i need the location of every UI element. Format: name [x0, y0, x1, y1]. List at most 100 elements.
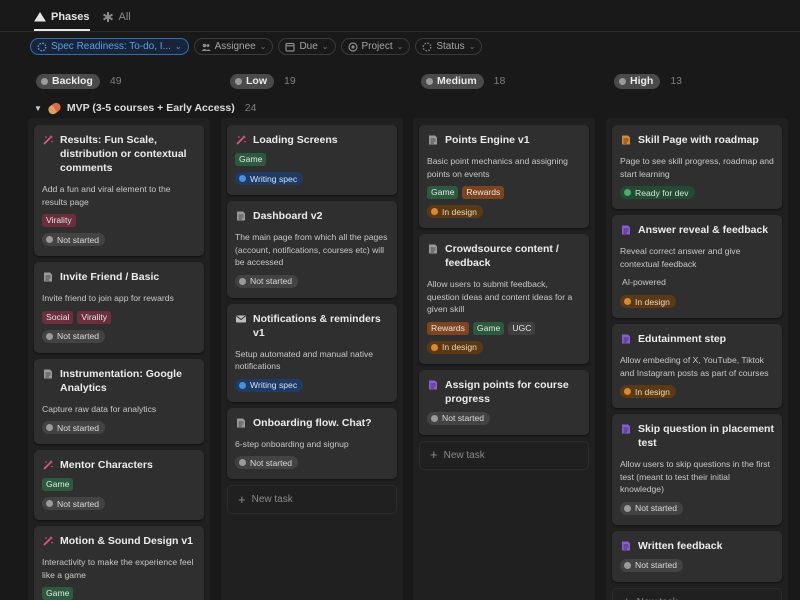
column-header-backlog[interactable]: Backlog 49 — [30, 70, 122, 92]
tag: Virality — [42, 214, 76, 227]
status-row: Not started — [42, 324, 196, 345]
purple-doc-icon — [620, 540, 632, 552]
filter-assignee[interactable]: Assignee ⌄ — [193, 38, 274, 55]
task-card[interactable]: Notifications & reminders v1 Setup automa… — [227, 303, 397, 402]
task-card[interactable]: Assign points for course progress Not sta… — [419, 369, 589, 435]
task-card[interactable]: Loading Screens Game Writing spec — [227, 125, 397, 195]
status-label: Writing spec — [250, 380, 298, 390]
card-title: Loading Screens — [235, 133, 389, 147]
card-title-text: Instrumentation: Google Analytics — [60, 367, 182, 394]
status-dot-icon — [624, 561, 631, 569]
doc-icon — [42, 368, 54, 380]
filter-due[interactable]: Due ⌄ — [278, 38, 336, 55]
tab-all[interactable]: All — [102, 11, 131, 31]
status-badge: Not started — [42, 233, 106, 246]
status-row: Writing spec — [235, 373, 389, 394]
task-card[interactable]: Written feedback Not started — [612, 530, 782, 582]
task-card[interactable]: Results: Fun Scale, distribution or cont… — [34, 125, 204, 256]
card-title: Instrumentation: Google Analytics — [42, 367, 196, 395]
task-card[interactable]: Answer reveal & feedback Reveal correct a… — [612, 215, 782, 318]
card-title: Written feedback — [620, 539, 774, 553]
new-task-button[interactable]: +New task — [227, 485, 397, 514]
group-tag: Medium — [421, 73, 484, 89]
status-dot-icon — [624, 504, 631, 512]
status-badge: In design — [427, 340, 483, 354]
status-row: Not started — [620, 553, 774, 574]
card-title-text: Assign points for course progress — [445, 378, 569, 405]
tag: Game — [42, 478, 74, 491]
column-header-high[interactable]: High 13 — [608, 70, 682, 92]
status-row: In design — [427, 199, 581, 220]
task-card[interactable]: Mentor Characters Game Not started — [34, 450, 204, 520]
card-title-text: Edutainment step — [638, 333, 727, 345]
card-title: Skip question in placement test — [620, 422, 774, 450]
task-card[interactable]: Crowdsource content / feedback Allow user… — [419, 234, 589, 364]
status-label: Not started — [635, 503, 678, 513]
status-badge: Not started — [235, 274, 299, 288]
tag-list: Social Virality — [42, 310, 196, 324]
card-description: 6-step onboarding and signup — [235, 438, 349, 449]
tag: AI-powered — [622, 277, 666, 287]
tag: Virality — [77, 310, 112, 324]
status-badge: Not started — [620, 558, 684, 572]
status-row: In design — [620, 289, 774, 310]
task-card[interactable]: Motion & Sound Design v1 Interactivity to… — [34, 526, 204, 600]
card-title: Dashboard v2 — [235, 209, 389, 223]
filter-status[interactable]: Status ⌄ — [415, 38, 483, 55]
tag-list: Rewards Game UGC — [427, 321, 581, 335]
status-label: Not started — [442, 413, 485, 423]
new-task-button[interactable]: +New task — [419, 440, 589, 470]
new-task-button[interactable]: +New task — [612, 587, 782, 600]
task-card[interactable]: Points Engine v1 Basic point mechanics an… — [419, 125, 589, 228]
tag: Rewards — [427, 321, 469, 335]
card-title: Onboarding flow. Chat? — [235, 416, 389, 430]
group-row[interactable]: ▼ MVP (3-5 courses + Early Access) 24 — [34, 100, 256, 116]
status-dot-icon — [41, 77, 48, 85]
task-card[interactable]: Skip question in placement test Allow use… — [612, 414, 782, 525]
status-label: Not started — [635, 560, 678, 570]
card-title: Edutainment step — [620, 332, 774, 346]
status-label: Not started — [57, 331, 100, 341]
view-tabs: Phases All — [0, 0, 800, 32]
status-badge: In design — [427, 205, 483, 218]
tag: Rewards — [462, 186, 505, 199]
filter-spec-readiness[interactable]: Spec Readiness: To-do, I... ⌄ — [30, 38, 189, 55]
doc-icon — [427, 134, 439, 146]
status-row: Not started — [620, 496, 774, 517]
task-card[interactable]: Invite Friend / Basic Invite friend to jo… — [34, 262, 204, 353]
column-header-medium[interactable]: Medium 18 — [415, 70, 505, 92]
task-card[interactable]: Instrumentation: Google Analytics Capture… — [34, 358, 204, 444]
status-row: Not started — [235, 269, 389, 290]
task-card[interactable]: Skill Page with roadmap Page to see skill… — [612, 125, 782, 209]
status-dot-icon — [239, 175, 246, 182]
card-title-text: Mentor Characters — [60, 459, 153, 471]
new-task-label: New task — [251, 494, 293, 505]
filter-bar: Spec Readiness: To-do, I... ⌄ Assignee ⌄… — [30, 38, 483, 55]
purple-doc-icon — [620, 423, 632, 435]
chevron-down-icon: ⌄ — [321, 42, 329, 51]
card-description: Allow embeding of X, YouTube, Tiktok and… — [620, 355, 769, 378]
board-column-backlog: Results: Fun Scale, distribution or cont… — [28, 118, 210, 600]
status-dot-icon — [239, 459, 246, 466]
group-tag: Low — [230, 73, 274, 89]
task-card[interactable]: Dashboard v2 The main page from which all… — [227, 201, 397, 298]
mail-icon — [235, 313, 247, 325]
column-header-low[interactable]: Low 19 — [224, 70, 296, 92]
card-description: Add a fun and viral element to the resul… — [42, 184, 171, 207]
task-card[interactable]: Onboarding flow. Chat? 6-step onboarding … — [227, 407, 397, 479]
column-name: High — [630, 75, 654, 87]
tag-list: Game — [42, 587, 196, 600]
task-card[interactable]: Edutainment step Allow embeding of X, You… — [612, 324, 782, 408]
collapse-triangle-icon[interactable]: ▼ — [34, 104, 42, 113]
phases-icon — [34, 12, 46, 22]
chevron-down-icon: ⌄ — [396, 42, 404, 51]
column-count: 13 — [670, 75, 683, 87]
card-description: Capture raw data for analytics — [42, 403, 157, 414]
status-badge: Writing spec — [235, 378, 304, 392]
filter-project[interactable]: Project ⌄ — [340, 38, 411, 55]
new-task-label: New task — [443, 449, 485, 461]
tab-phases[interactable]: Phases — [34, 11, 90, 31]
status-dot-icon — [46, 500, 53, 507]
card-title: Results: Fun Scale, distribution or cont… — [42, 133, 196, 175]
dashed-circle-icon — [37, 42, 47, 51]
